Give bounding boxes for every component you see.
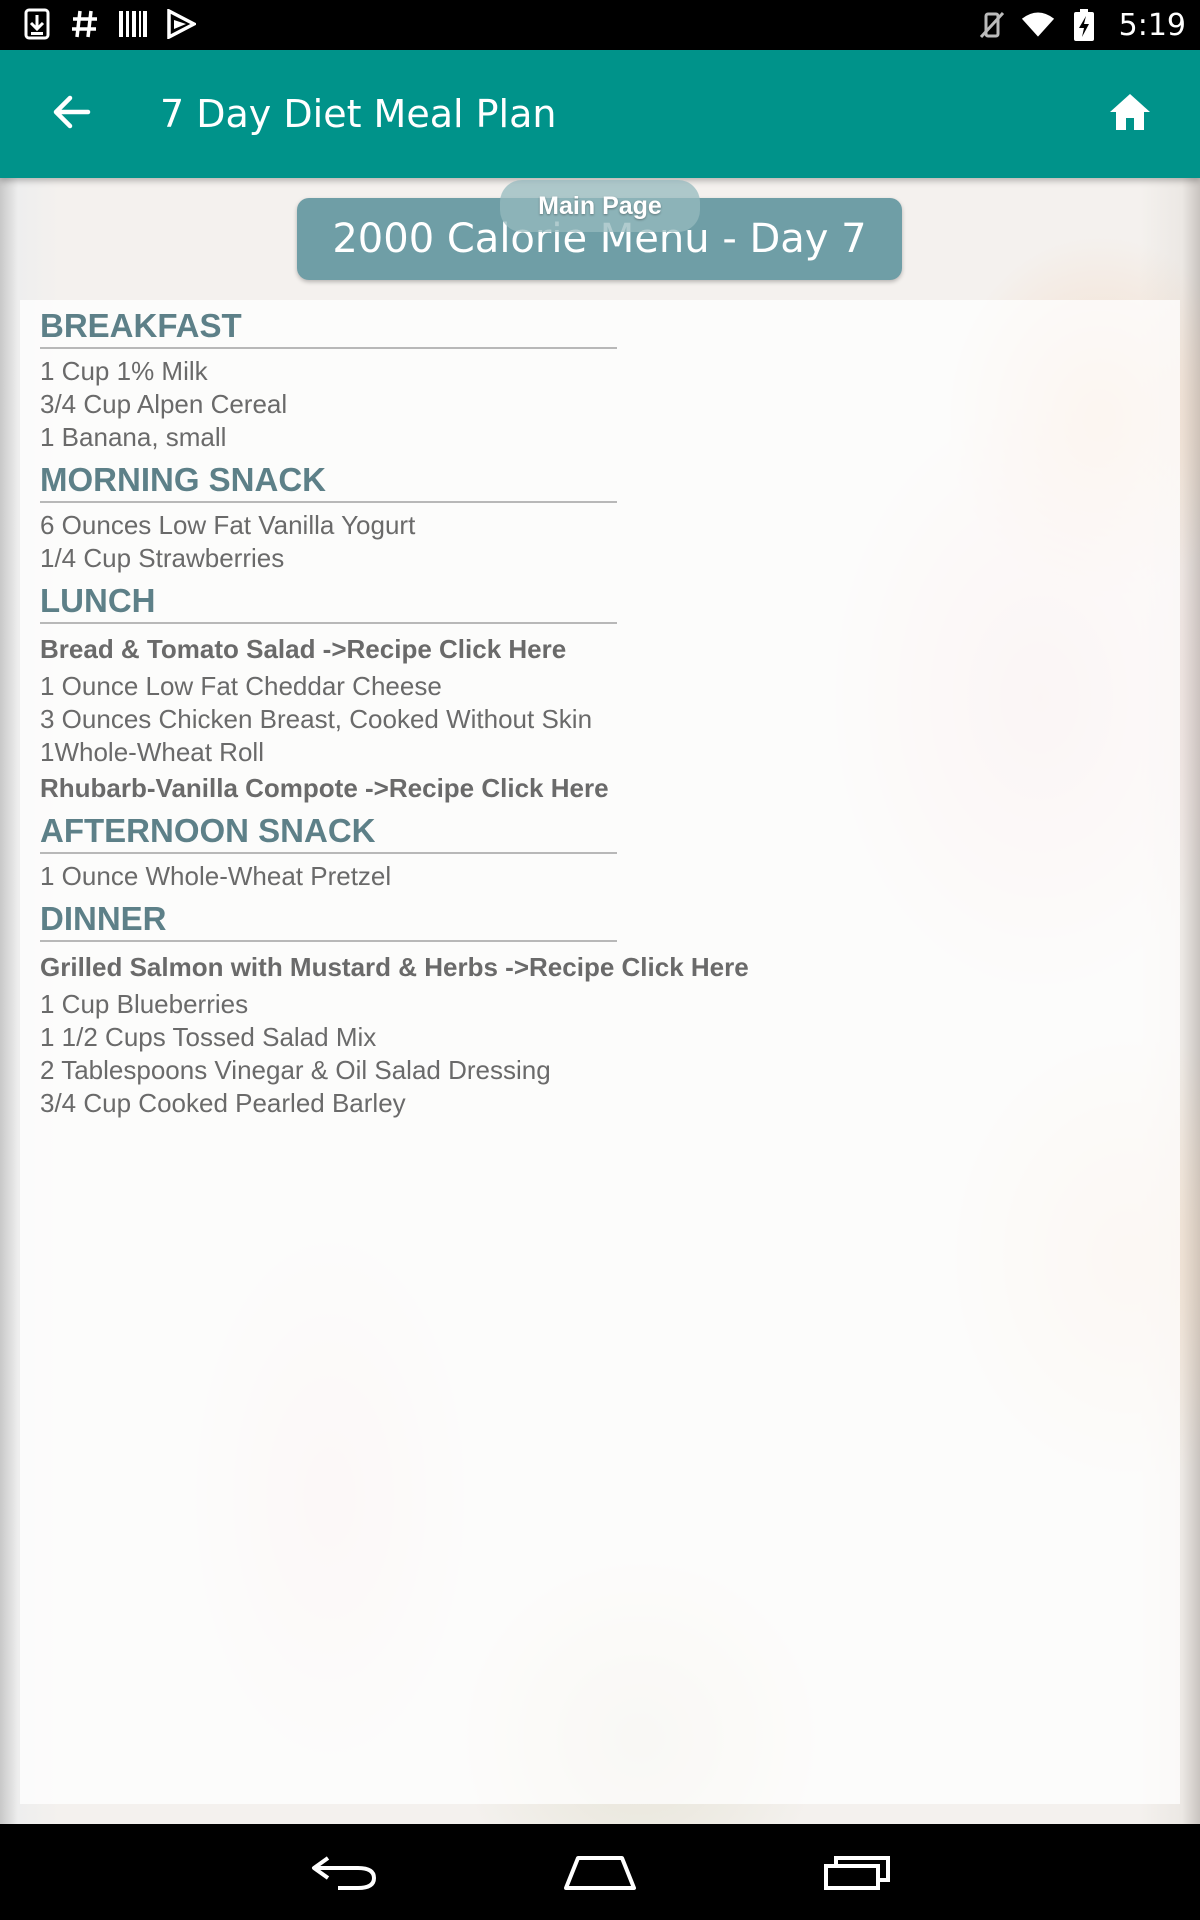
menu-item: 1 Ounce Low Fat Cheddar Cheese <box>40 671 442 701</box>
barcode-icon <box>116 6 150 42</box>
menu-item: 1/4 Cup Strawberries <box>40 543 285 573</box>
recipe-link[interactable]: Bread & Tomato Salad ->Recipe Click Here <box>40 632 1160 666</box>
recipe-link[interactable]: Rhubarb-Vanilla Compote ->Recipe Click H… <box>40 771 1160 805</box>
section-heading: BREAKFAST <box>40 306 617 349</box>
recents-nav-button[interactable] <box>812 1842 902 1902</box>
play-store-icon <box>164 6 198 42</box>
vibrate-off-icon <box>975 7 1009 43</box>
home-nav-icon <box>564 1856 636 1890</box>
menu-item: 1Whole-Wheat Roll <box>40 737 264 767</box>
menu-item: 6 Ounces Low Fat Vanilla Yogurt <box>40 510 416 540</box>
status-bar: 5:19 <box>0 0 1200 50</box>
home-nav-button[interactable] <box>555 1842 645 1902</box>
menu-item: 3 Ounces Chicken Breast, Cooked Without … <box>40 704 593 734</box>
menu-item: 1 Cup 1% Milk <box>40 356 208 386</box>
app-bar: 7 Day Diet Meal Plan <box>0 50 1200 178</box>
clock: 5:19 <box>1118 7 1186 43</box>
section-heading: LUNCH <box>40 581 617 624</box>
menu-item: 3/4 Cup Cooked Pearled Barley <box>40 1088 406 1118</box>
battery-icon <box>1067 7 1101 43</box>
recipe-link[interactable]: Grilled Salmon with Mustard & Herbs ->Re… <box>40 950 1160 984</box>
hash-icon <box>68 6 102 42</box>
dinner-section: DINNER Grilled Salmon with Mustard & Her… <box>40 899 1160 1120</box>
recents-nav-icon <box>824 1856 890 1890</box>
home-icon <box>1110 94 1150 130</box>
menu-panel: BREAKFAST 1 Cup 1% Milk 3/4 Cup Alpen Ce… <box>20 300 1180 1804</box>
wifi-icon <box>1021 7 1055 43</box>
menu-item: 1 Banana, small <box>40 422 227 452</box>
menu-item: 2 Tablespoons Vinegar & Oil Salad Dressi… <box>40 1055 551 1085</box>
menu-item: 1 1/2 Cups Tossed Salad Mix <box>40 1022 377 1052</box>
section-heading: AFTERNOON SNACK <box>40 811 617 854</box>
lunch-section: LUNCH Bread & Tomato Salad ->Recipe Clic… <box>40 581 1160 805</box>
arrow-left-icon <box>53 95 91 129</box>
download-icon <box>20 6 54 42</box>
menu-item: 1 Cup Blueberries <box>40 989 249 1019</box>
back-button[interactable] <box>40 80 104 144</box>
app-title: 7 Day Diet Meal Plan <box>160 92 557 136</box>
breakfast-section: BREAKFAST 1 Cup 1% Milk 3/4 Cup Alpen Ce… <box>40 306 1160 454</box>
back-nav-button[interactable] <box>298 1842 388 1902</box>
morning-snack-section: MORNING SNACK 6 Ounces Low Fat Vanilla Y… <box>40 460 1160 575</box>
menu-item: 3/4 Cup Alpen Cereal <box>40 389 288 419</box>
navigation-bar <box>0 1824 1200 1920</box>
menu-item: 1 Ounce Whole-Wheat Pretzel <box>40 861 392 891</box>
section-heading: MORNING SNACK <box>40 460 617 503</box>
home-button[interactable] <box>1098 80 1162 144</box>
afternoon-snack-section: AFTERNOON SNACK 1 Ounce Whole-Wheat Pret… <box>40 811 1160 893</box>
main-page-button[interactable]: Main Page <box>500 180 700 232</box>
back-nav-icon <box>312 1856 377 1890</box>
section-heading: DINNER <box>40 899 617 942</box>
